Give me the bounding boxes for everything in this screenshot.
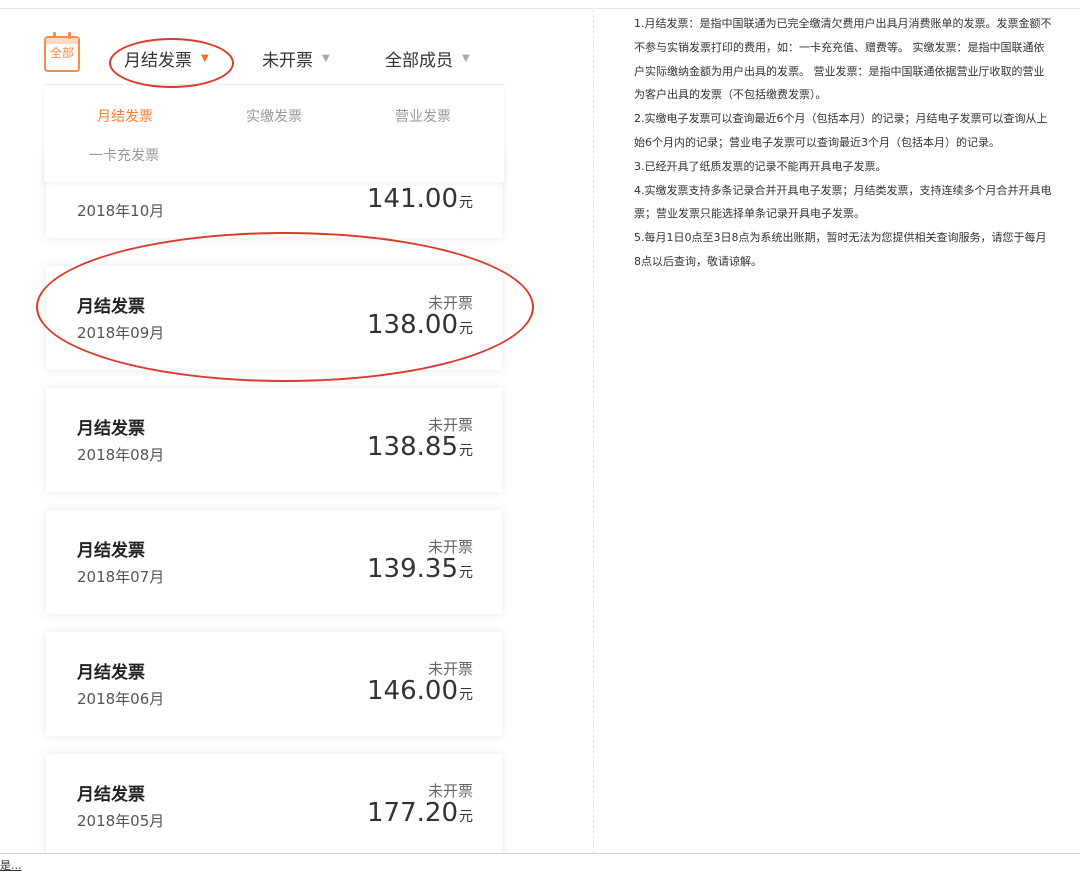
filter-status-label: 未开票 — [262, 51, 313, 71]
invoice-card[interactable]: 月结发票 2018年08月 未开票 138.85元 — [46, 388, 502, 492]
note-line: 2.实缴电子发票可以查询最近6个月（包括本月）的记录；月结电子发票可以查询从上 — [634, 112, 1048, 126]
invoice-amount: 146.00元 — [367, 676, 473, 706]
invoice-date: 2018年08月 — [77, 446, 165, 464]
invoice-card[interactable]: 月结发票 2018年05月 未开票 177.20元 — [46, 754, 502, 853]
calendar-icon-header — [46, 38, 78, 44]
filter-status[interactable]: 未开票 ▼ — [262, 46, 330, 71]
invoice-card[interactable]: 月结发票 2018年06月 未开票 146.00元 — [46, 632, 502, 736]
tab-recharge-card-invoice[interactable]: 一卡充发票 — [89, 145, 159, 165]
note-line: 不参与实销发票打印的费用，如：一卡充充值、赠费等。 实缴发票：是指中国联通依 — [634, 40, 1045, 54]
invoice-date: 2018年10月 — [77, 202, 165, 220]
invoice-type-dropdown: 月结发票 实缴发票 营业发票 一卡充发票 — [44, 86, 504, 182]
caret-down-icon: ▼ — [462, 53, 470, 64]
amount-unit: 元 — [459, 565, 473, 581]
calendar-label: 全部 — [49, 46, 74, 60]
invoice-panel: 全部 月结发票 ▼ 未开票 ▼ 全部成员 ▼ 2018年10月 141.00元 … — [0, 0, 594, 853]
status-link[interactable]: 是... — [0, 857, 22, 873]
calendar-icon[interactable]: 全部 — [44, 32, 80, 72]
amount-value: 177.20 — [367, 798, 458, 828]
filter-member-label: 全部成员 — [385, 51, 453, 71]
invoice-amount: 141.00元 — [367, 184, 473, 214]
invoice-title: 月结发票 — [77, 663, 145, 683]
invoice-date: 2018年05月 — [77, 812, 165, 830]
note-line: 户实际缴纳金额为用户出具的发票。 营业发票：是指中国联通依据营业厅收取的营业 — [634, 64, 1045, 78]
invoice-date: 2018年07月 — [77, 568, 165, 586]
note-line: 4.实缴发票支持多条记录合并开具电子发票；月结类发票，支持连续多个月合并开具电 — [634, 183, 1052, 197]
invoice-amount: 138.85元 — [367, 432, 473, 462]
filter-member[interactable]: 全部成员 ▼ — [385, 46, 470, 71]
annotation-circle-filter — [109, 38, 234, 88]
amount-unit: 元 — [459, 809, 473, 825]
note-line: 3.已经开具了纸质发票的记录不能再开具电子发票。 — [634, 159, 887, 173]
invoice-title: 月结发票 — [77, 785, 145, 805]
amount-value: 139.35 — [367, 554, 458, 584]
tab-paid-invoice[interactable]: 实缴发票 — [246, 106, 302, 126]
tab-monthly-invoice[interactable]: 月结发票 — [97, 106, 153, 126]
amount-value: 146.00 — [367, 676, 458, 706]
invoice-title: 月结发票 — [77, 541, 145, 561]
note-line: 为客户出具的发票（不包括缴费发票）。 — [634, 88, 827, 102]
note-line: 1.月结发票：是指中国联通为已完全缴清欠费用户出具月消费账单的发票。发票金额不 — [634, 17, 1052, 30]
invoice-notes: 1.月结发票：是指中国联通为已完全缴清欠费用户出具月消费账单的发票。发票金额不 … — [634, 12, 1080, 274]
amount-value: 138.85 — [367, 432, 458, 462]
invoice-amount: 177.20元 — [367, 798, 473, 828]
invoice-title: 月结发票 — [77, 419, 145, 439]
amount-unit: 元 — [459, 195, 473, 211]
annotation-circle-card — [36, 232, 534, 382]
invoice-card[interactable]: 月结发票 2018年07月 未开票 139.35元 — [46, 510, 502, 614]
note-line: 5.每月1日0点至3日8点为系统出账期，暂时无法为您提供相关查询服务，请您于每月 — [634, 231, 1047, 245]
amount-value: 141.00 — [367, 184, 458, 214]
header-divider — [44, 84, 504, 85]
tab-business-invoice[interactable]: 营业发票 — [395, 106, 451, 126]
invoice-date: 2018年06月 — [77, 690, 165, 708]
amount-unit: 元 — [459, 443, 473, 459]
caret-down-icon: ▼ — [322, 53, 330, 64]
panel-divider — [593, 10, 594, 853]
invoice-amount: 139.35元 — [367, 554, 473, 584]
note-line: 8点以后查询，敬请谅解。 — [634, 254, 762, 268]
note-line: 始6个月内的记录；营业电子发票可以查询最近3个月（包括本月）的记录。 — [634, 135, 1000, 149]
amount-unit: 元 — [459, 687, 473, 703]
note-line: 票；营业发票只能选择单条记录开具电子发票。 — [634, 207, 865, 221]
status-bar: 是... — [0, 853, 1080, 874]
